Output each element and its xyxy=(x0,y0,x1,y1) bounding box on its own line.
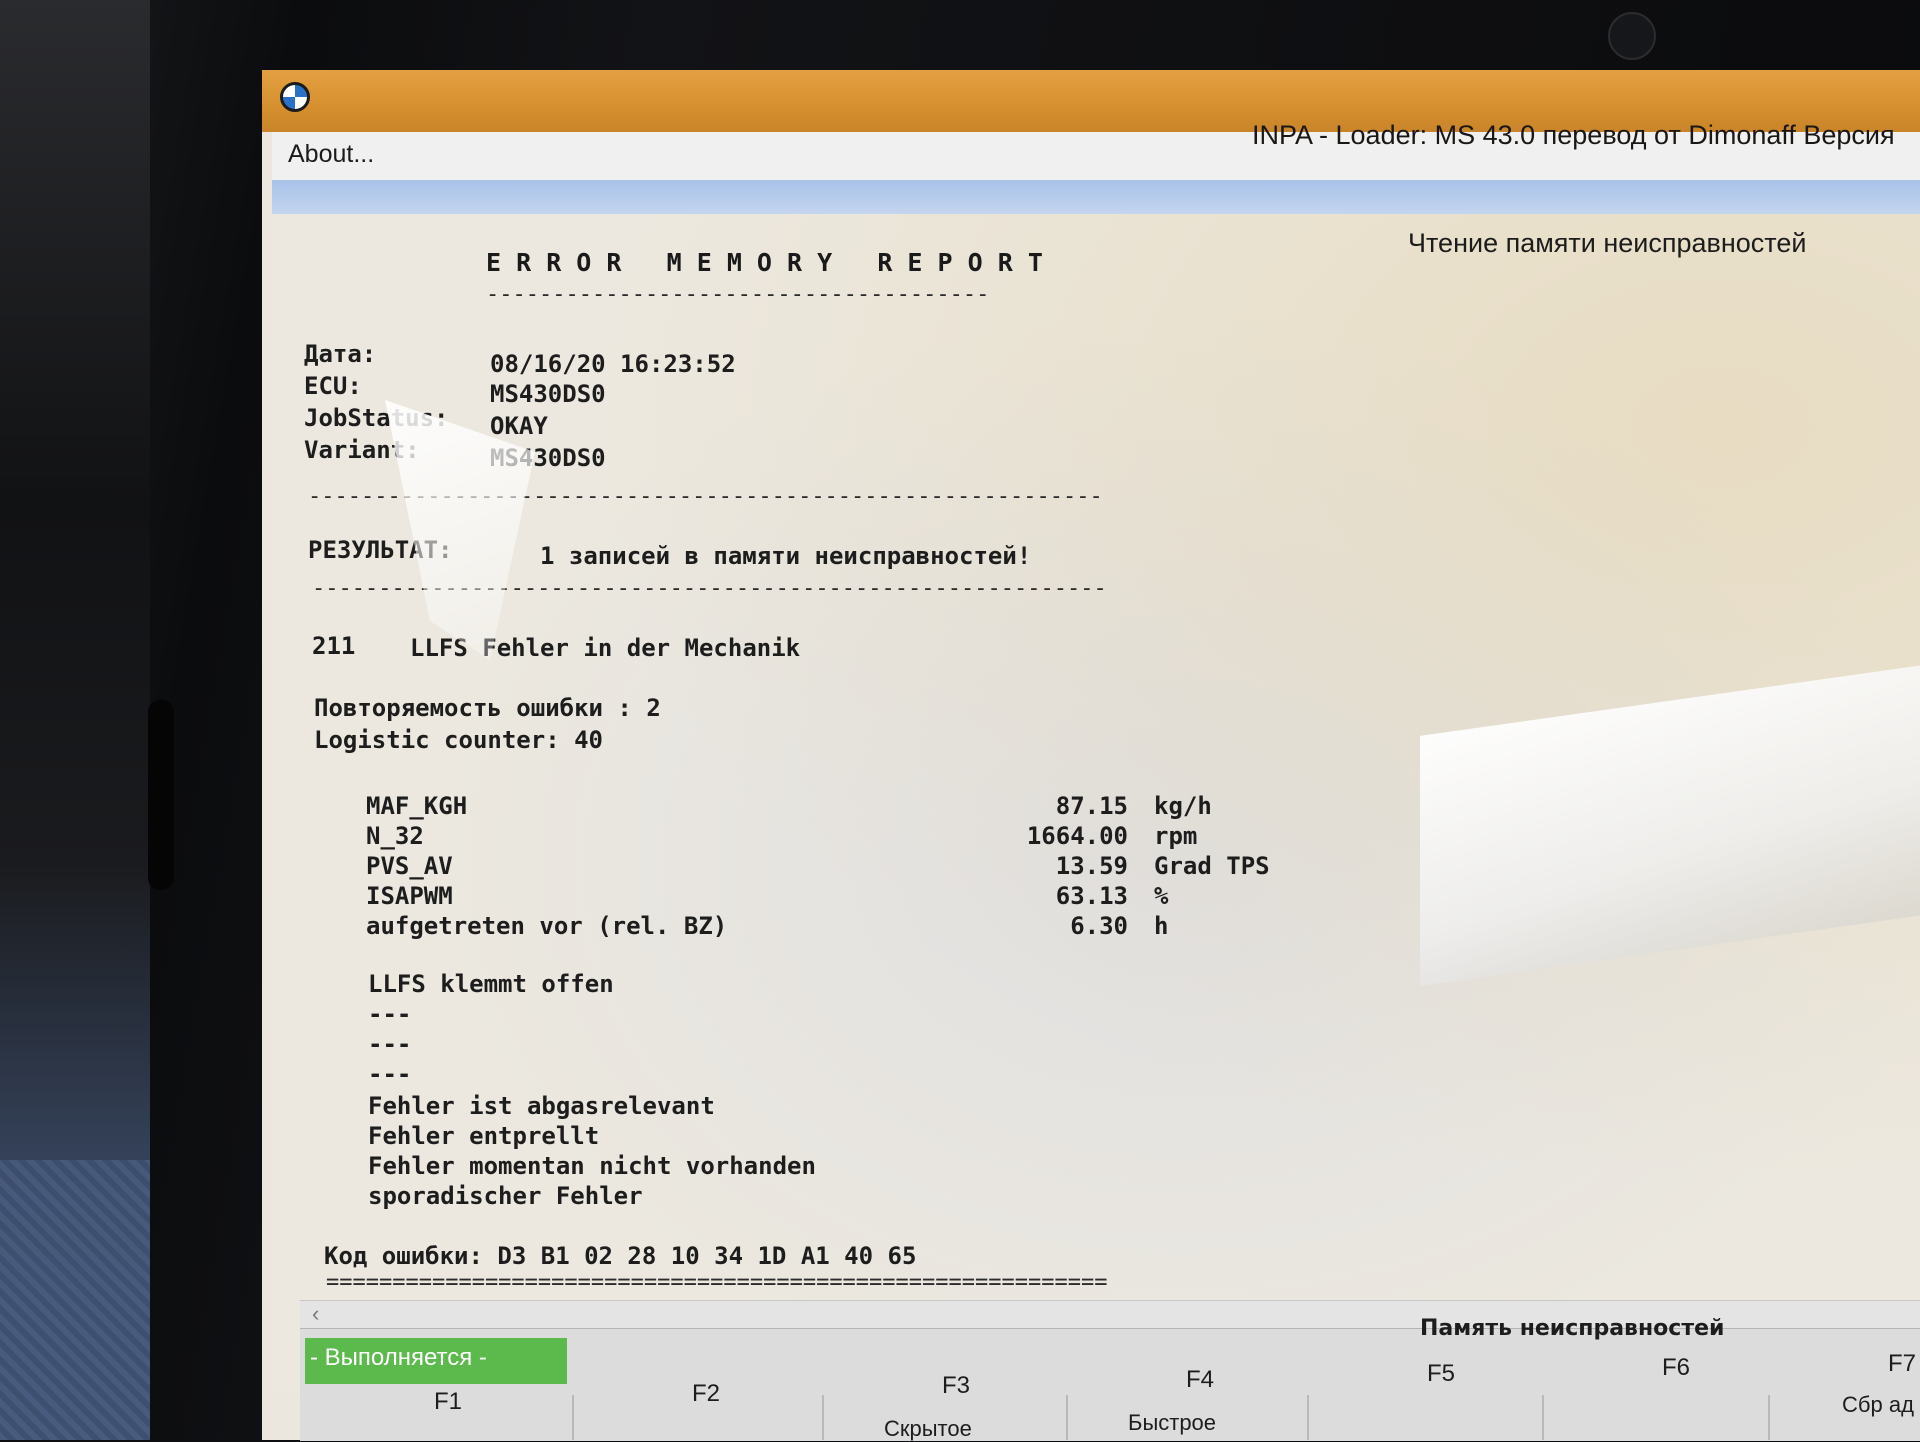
param-unit: % xyxy=(1154,882,1169,910)
jobstatus-value: OKAY xyxy=(490,412,548,440)
logistic-counter: Logistic counter: 40 xyxy=(314,726,603,754)
bmw-logo-icon xyxy=(280,82,310,112)
param-value: 13.59 xyxy=(1055,852,1128,880)
fault-status-line: Fehler momentan nicht vorhanden xyxy=(368,1152,816,1180)
fkey-f3[interactable]: F3 xyxy=(942,1372,970,1400)
fkey-f4-label[interactable]: Быстрое xyxy=(1128,1410,1216,1436)
scroll-left-icon[interactable]: ‹ xyxy=(312,1301,319,1327)
fault-status-line: --- xyxy=(368,1030,412,1058)
param-name: aufgetreten vor (rel. BZ) xyxy=(366,912,728,940)
screen-heading: Чтение памяти неисправностей xyxy=(1408,228,1807,258)
fault-status-line: Fehler entprellt xyxy=(368,1122,600,1150)
result-value: 1 записей в памяти неисправностей! xyxy=(540,542,1032,570)
fkey-separator xyxy=(1066,1395,1068,1440)
fkey-separator xyxy=(822,1395,824,1440)
param-unit: Grad TPS xyxy=(1154,852,1270,880)
param-name: N_32 xyxy=(366,822,424,850)
fkey-f6[interactable]: F6 xyxy=(1662,1354,1690,1382)
fkey-f7-label[interactable]: Сбр ад xyxy=(1842,1392,1914,1418)
param-value: 63.13 xyxy=(1055,882,1128,910)
error-code: 211 xyxy=(312,632,356,660)
webcam xyxy=(1608,12,1656,60)
fkey-separator xyxy=(1768,1395,1770,1440)
title-underline: -------------------------------------- xyxy=(486,282,990,307)
fkey-f1[interactable]: F1 xyxy=(434,1388,462,1416)
repeat-count: Повторяемость ошибки : 2 xyxy=(314,694,661,722)
fkey-f5[interactable]: F5 xyxy=(1427,1360,1455,1388)
menu-about[interactable]: About... xyxy=(288,140,374,169)
header-strip xyxy=(272,180,1920,214)
fault-status-line: --- xyxy=(368,1000,412,1028)
param-value: 6.30 xyxy=(1070,912,1128,940)
param-unit: h xyxy=(1154,912,1169,940)
fkey-f7[interactable]: F7 xyxy=(1888,1350,1916,1378)
fault-status-line: LLFS klemmt offen xyxy=(368,970,614,998)
param-name: MAF_KGH xyxy=(366,792,468,820)
ecu-value: MS430DS0 xyxy=(490,380,606,408)
fault-code-line: Код ошибки: D3 B1 02 28 10 34 1D A1 40 6… xyxy=(324,1242,917,1270)
fault-status-line: Fehler ist abgasrelevant xyxy=(368,1092,715,1120)
param-unit: kg/h xyxy=(1154,792,1212,820)
fault-status-line: --- xyxy=(368,1060,412,1088)
fkey-f2[interactable]: F2 xyxy=(692,1380,720,1408)
param-unit: rpm xyxy=(1154,822,1198,850)
laptop-hinge xyxy=(148,700,174,890)
param-value: 1664.00 xyxy=(1026,822,1128,850)
window-title: INPA - Loader: MS 43.0 перевод от Dimona… xyxy=(1252,120,1895,150)
param-value: 87.15 xyxy=(1055,792,1128,820)
fkey-separator xyxy=(572,1395,574,1440)
fkey-group-label: Память неисправностей xyxy=(1420,1316,1725,1341)
report-title: E R R O R M E M O R Y R E P O R T xyxy=(486,248,1043,277)
fault-status-line: sporadischer Fehler xyxy=(368,1182,643,1210)
fkey-f4[interactable]: F4 xyxy=(1186,1366,1214,1394)
background-fabric xyxy=(0,1160,150,1440)
fkey-separator xyxy=(1307,1395,1309,1440)
param-name: ISAPWM xyxy=(366,882,453,910)
date-label: Дата: xyxy=(304,340,377,368)
fkey-separator xyxy=(1542,1395,1544,1440)
end-separator: ========================================… xyxy=(326,1270,1108,1295)
date-value: 08/16/20 16:23:52 xyxy=(490,350,736,378)
fkey-f3-label[interactable]: Скрытое xyxy=(884,1416,972,1442)
status-text: - Выполняется - xyxy=(310,1344,487,1371)
ecu-label: ECU: xyxy=(304,372,362,400)
param-name: PVS_AV xyxy=(366,852,453,880)
